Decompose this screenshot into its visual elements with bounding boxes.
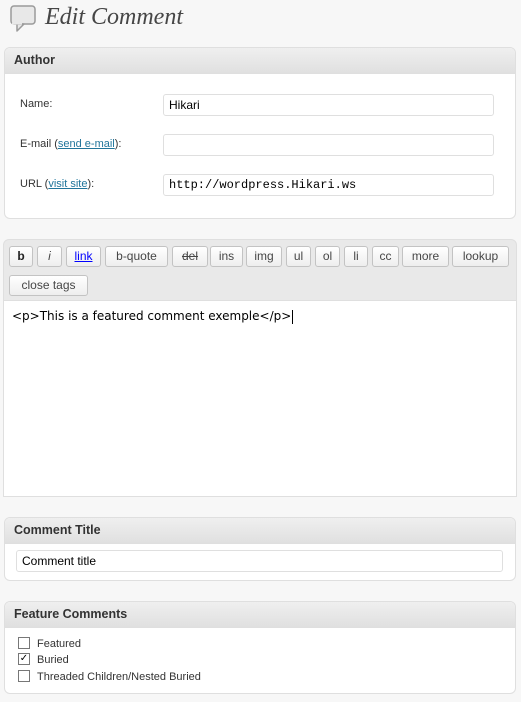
send-email-link[interactable]: send e-mail <box>58 138 115 150</box>
email-label: E-mail (send e-mail): <box>20 138 122 150</box>
lookup-button[interactable]: lookup <box>452 246 509 267</box>
buried-option[interactable]: ✓ Buried <box>18 653 69 667</box>
visit-site-link[interactable]: visit site <box>48 178 87 190</box>
comment-title-box: Comment Title Comment title <box>4 517 516 581</box>
page-title: Edit Comment <box>45 4 183 30</box>
url-field[interactable]: http://wordpress.Hikari.ws <box>163 174 494 196</box>
name-label: Name: <box>20 98 53 110</box>
more-button[interactable]: more <box>402 246 449 267</box>
text-caret <box>292 309 294 324</box>
li-button[interactable]: li <box>344 246 368 267</box>
buried-label: Buried <box>37 654 69 666</box>
url-label: URL (visit site): <box>20 178 95 190</box>
comment-content-textarea[interactable]: <p>This is a featured comment exemple</p… <box>4 300 516 496</box>
ul-button[interactable]: ul <box>286 246 311 267</box>
buried-checkbox[interactable]: ✓ <box>18 653 30 666</box>
featured-option[interactable]: Featured <box>18 637 81 651</box>
close-tags-button[interactable]: close tags <box>9 275 88 296</box>
comment-title-field[interactable]: Comment title <box>16 550 503 572</box>
img-button[interactable]: img <box>246 246 282 267</box>
threaded-option[interactable]: Threaded Children/Nested Buried <box>18 670 201 684</box>
blockquote-button[interactable]: b-quote <box>105 246 168 267</box>
featured-label: Featured <box>37 638 82 650</box>
featured-checkbox[interactable] <box>18 637 30 650</box>
comment-title-heading: Comment Title <box>5 518 515 544</box>
feature-comments-box: Feature Comments Featured ✓ Buried Thread… <box>4 601 516 694</box>
comment-editor: b i link b-quote del ins img ul ol li cc… <box>3 239 517 497</box>
link-button[interactable]: link <box>66 246 101 267</box>
name-field[interactable]: Hikari <box>163 94 494 116</box>
email-field[interactable] <box>163 134 494 156</box>
comment-content-text: <p>This is a featured comment exemple</p… <box>12 309 292 323</box>
comment-icon <box>10 5 36 32</box>
threaded-checkbox[interactable] <box>18 670 30 683</box>
feature-comments-heading: Feature Comments <box>5 602 515 628</box>
ins-button[interactable]: ins <box>210 246 243 267</box>
del-button[interactable]: del <box>172 246 208 267</box>
threaded-label: Threaded Children/Nested Buried <box>37 671 201 683</box>
page-header: Edit Comment <box>0 0 521 40</box>
author-box: Author Name: Hikari E-mail (send e-mail)… <box>4 47 516 219</box>
ol-button[interactable]: ol <box>315 246 340 267</box>
italic-button[interactable]: i <box>37 246 62 267</box>
bold-button[interactable]: b <box>9 246 33 267</box>
author-heading: Author <box>5 48 515 74</box>
cc-button[interactable]: cc <box>372 246 399 267</box>
